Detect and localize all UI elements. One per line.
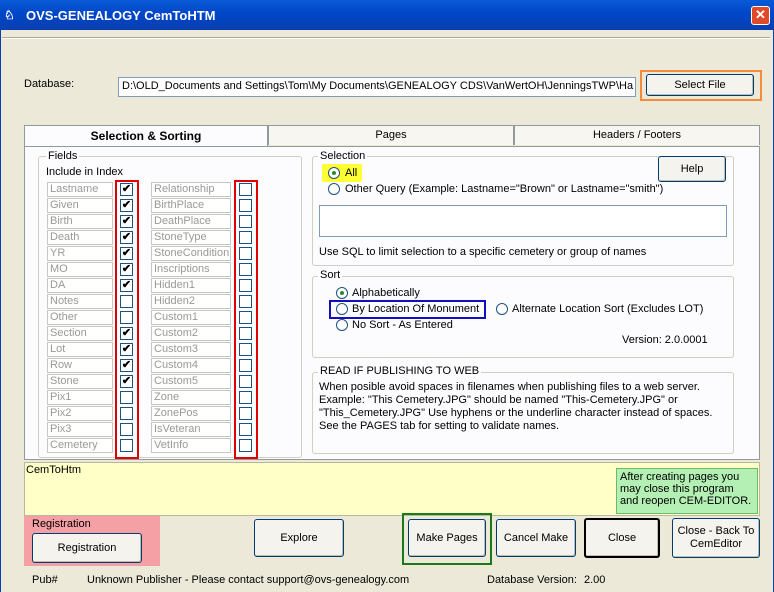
radio-alphabetically-label: Alphabetically: [352, 287, 420, 299]
status-text: CemToHtm: [26, 464, 82, 476]
left-field-name: Section: [47, 326, 113, 341]
make-pages-button[interactable]: Make Pages: [408, 519, 486, 557]
right-field-name: Custom3: [151, 342, 231, 357]
window-close-button[interactable]: ✕: [751, 6, 770, 25]
app-icon: ♘: [4, 8, 15, 22]
right-field-name: Custom4: [151, 358, 231, 373]
radio-other-query-label: Other Query (Example: Lastname="Brown" o…: [345, 183, 664, 195]
left-field-name: Row: [47, 358, 113, 373]
tab-selection-sorting[interactable]: Selection & Sorting: [24, 125, 268, 147]
help-button[interactable]: Help: [658, 156, 726, 182]
right-field-name: Relationship: [151, 182, 231, 197]
title-bar: ♘ OVS-GENEALOGY CemToHTM ✕: [0, 0, 774, 30]
web-line: When posible avoid spaces in filenames w…: [319, 381, 700, 393]
close-button[interactable]: Close: [584, 518, 660, 558]
right-field-name: StoneCondition: [151, 246, 231, 261]
left-field-name: MO: [47, 262, 113, 277]
web-publishing-text: When posible avoid spaces in filenames w…: [319, 381, 731, 433]
left-field-name: DA: [47, 278, 113, 293]
radio-alternate-location-label: Alternate Location Sort (Excludes LOT): [512, 303, 704, 315]
web-line: See the PAGES tab for setting to validat…: [319, 420, 560, 432]
right-checkbox-highlight: [234, 180, 258, 459]
right-field-name: StoneType: [151, 230, 231, 245]
database-version-label: Database Version:: [487, 574, 577, 586]
registration-group-label: Registration: [32, 518, 91, 530]
radio-all-label: All: [345, 167, 358, 179]
sql-hint: Use SQL to limit selection to a specific…: [319, 246, 647, 258]
left-field-name: Other: [47, 310, 113, 325]
select-file-button[interactable]: Select File: [646, 74, 754, 96]
right-field-name: Zone: [151, 390, 231, 405]
fields-group-label: Fields: [46, 150, 80, 162]
query-input[interactable]: [319, 205, 727, 237]
right-field-name: Custom5: [151, 374, 231, 389]
pub-label: Pub#: [32, 574, 58, 586]
left-field-name: Lot: [47, 342, 113, 357]
divider: [2, 37, 770, 39]
web-line: "This_Cemetery.JPG" Use hyphens or the u…: [319, 407, 713, 419]
right-field-name: DeathPlace: [151, 214, 231, 229]
left-field-name: Pix2: [47, 406, 113, 421]
cancel-make-button[interactable]: Cancel Make: [496, 519, 576, 557]
right-field-name: Hidden1: [151, 278, 231, 293]
selection-group-label: Selection: [318, 150, 368, 162]
left-field-name: YR: [47, 246, 113, 261]
include-in-index-label: Include in Index: [46, 166, 124, 178]
left-field-name: Birth: [47, 214, 113, 229]
close-icon: ✕: [755, 7, 766, 22]
database-label: Database:: [24, 78, 75, 90]
radio-alternate-location[interactable]: [496, 303, 508, 315]
right-field-name: Hidden2: [151, 294, 231, 309]
database-path-field[interactable]: D:\OLD_Documents and Settings\Tom\My Doc…: [118, 77, 636, 97]
radio-no-sort-label: No Sort - As Entered: [352, 319, 453, 331]
web-publishing-label: READ IF PUBLISHING TO WEB: [318, 365, 482, 377]
publisher-text: Unknown Publisher - Please contact suppo…: [87, 574, 410, 586]
right-field-name: VetInfo: [151, 438, 231, 453]
left-field-name: Notes: [47, 294, 113, 309]
radio-alphabetically[interactable]: [336, 287, 348, 299]
right-field-name: ZonePos: [151, 406, 231, 421]
right-field-name: BirthPlace: [151, 198, 231, 213]
right-field-name: IsVeteran: [151, 422, 231, 437]
sort-group-label: Sort: [318, 269, 343, 281]
tab-headers-footers[interactable]: Headers / Footers: [514, 125, 760, 145]
radio-by-location-label: By Location Of Monument: [352, 303, 480, 315]
window-title: OVS-GENEALOGY CemToHTM: [26, 8, 216, 23]
radio-no-sort[interactable]: [336, 319, 348, 331]
right-field-name: Custom1: [151, 310, 231, 325]
left-field-name: Pix3: [47, 422, 113, 437]
web-line: Example: "This Cemetery.JPG" should be n…: [319, 394, 678, 406]
right-field-name: Custom2: [151, 326, 231, 341]
left-field-name: Cemetery: [47, 438, 113, 453]
right-field-name: Inscriptions: [151, 262, 231, 277]
after-pages-note: After creating pages you may close this …: [616, 468, 758, 514]
left-checkbox-highlight: [115, 180, 139, 459]
tab-pages[interactable]: Pages: [268, 125, 514, 145]
left-field-name: Death: [47, 230, 113, 245]
left-field-name: Given: [47, 198, 113, 213]
registration-button[interactable]: Registration: [32, 533, 142, 563]
radio-other-query[interactable]: [328, 183, 340, 195]
left-field-name: Pix1: [47, 390, 113, 405]
close-back-button[interactable]: Close - Back To CemEditor: [672, 518, 760, 558]
version-text: Version: 2.0.0001: [622, 334, 708, 346]
left-field-name: Stone: [47, 374, 113, 389]
radio-by-location[interactable]: [336, 303, 348, 315]
explore-button[interactable]: Explore: [254, 519, 344, 557]
left-field-name: Lastname: [47, 182, 113, 197]
database-version-value: 2.00: [584, 574, 606, 586]
radio-all[interactable]: [328, 167, 340, 179]
